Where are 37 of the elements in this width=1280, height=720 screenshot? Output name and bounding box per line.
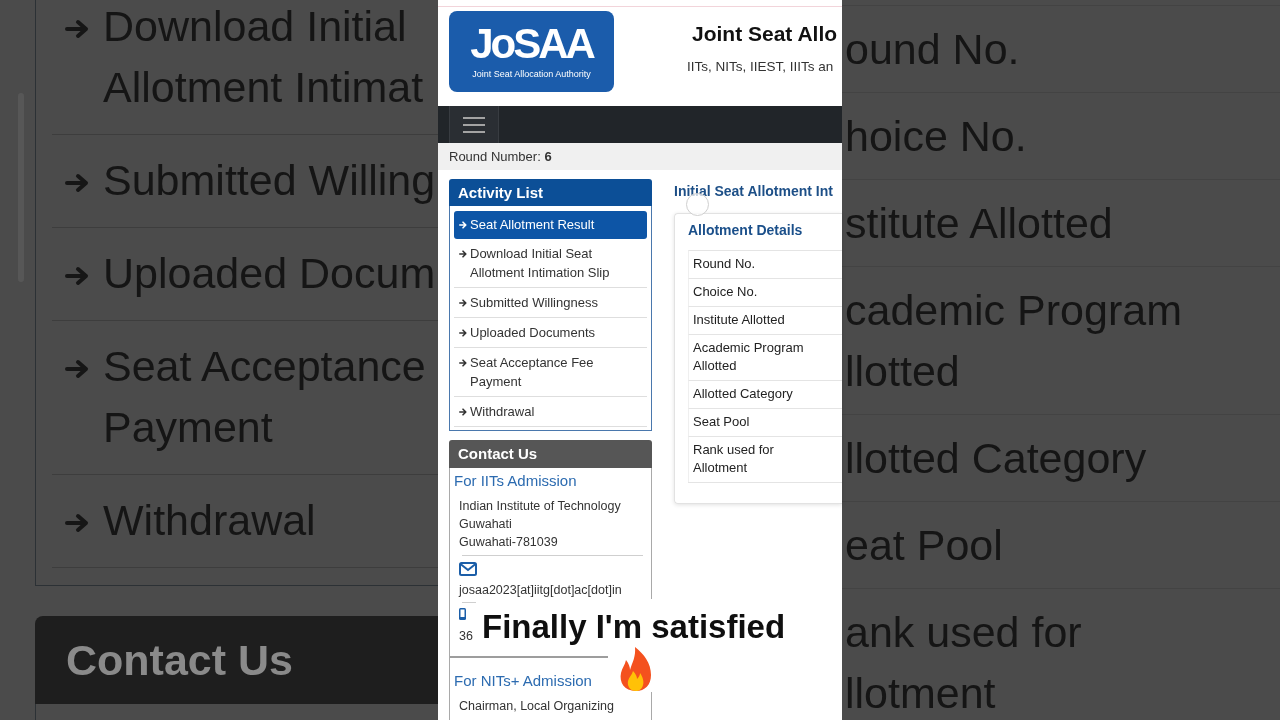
arrow-right-icon xyxy=(65,513,90,533)
arrow-right-icon xyxy=(459,329,467,337)
contact-title: Contact Us xyxy=(458,445,538,463)
arrow-right-icon xyxy=(65,359,90,379)
activity-link[interactable]: Seat Allotment Result xyxy=(454,211,647,239)
address-text: Indian Institute of Technology Guwahati Guwahati-781039 xyxy=(458,498,622,551)
allotment-card-title: Allotment Details xyxy=(688,221,804,239)
logo-wordmark: JoSAA xyxy=(470,23,593,65)
arrow-right-icon xyxy=(65,19,90,39)
admission-heading: For NITs+ Admission xyxy=(454,671,593,691)
arrow-right-icon xyxy=(459,250,467,258)
arrow-right-icon xyxy=(65,266,90,286)
arrow-right-icon xyxy=(459,359,467,367)
mobile-phone-icon xyxy=(459,608,466,620)
admission-heading: For IITs Admission xyxy=(454,471,578,491)
menu-button[interactable] xyxy=(449,106,499,143)
phone-number-text: 36 xyxy=(459,628,473,645)
site-subtitle: IITs, NITs, IIEST, IIITs an xyxy=(687,58,835,76)
envelope-icon xyxy=(459,562,477,576)
arrow-right-icon xyxy=(459,221,467,229)
address-text: Chairman, Local Organizing xyxy=(458,698,615,715)
menu-icon xyxy=(463,116,485,133)
round-number-text: Round Number: 6 xyxy=(449,147,552,166)
activity-link[interactable]: Seat Acceptance Fee Payment xyxy=(454,348,647,397)
email-text: josaa2023[at]iitg[dot]ac[dot]in xyxy=(459,582,622,599)
logo-tagline: Joint Seat Allocation Authority xyxy=(472,68,591,80)
activity-link[interactable]: Uploaded Documents xyxy=(454,318,647,348)
activity-link[interactable]: Download Initial Seat Allotment Intimation Slip xyxy=(454,239,647,288)
activity-list-title: Activity List xyxy=(458,183,544,202)
arrow-right-icon xyxy=(459,408,467,416)
allotment-heading: Initial Seat Allotment Int xyxy=(674,182,834,200)
arrow-right-icon xyxy=(459,299,467,307)
activity-link[interactable]: Submitted Willingness xyxy=(454,288,647,318)
site-title: Joint Seat Allo xyxy=(691,22,838,46)
activity-link[interactable]: Withdrawal xyxy=(454,397,647,427)
backdrop-contact-title: Contact Us xyxy=(66,635,293,685)
arrow-right-icon xyxy=(65,173,90,193)
